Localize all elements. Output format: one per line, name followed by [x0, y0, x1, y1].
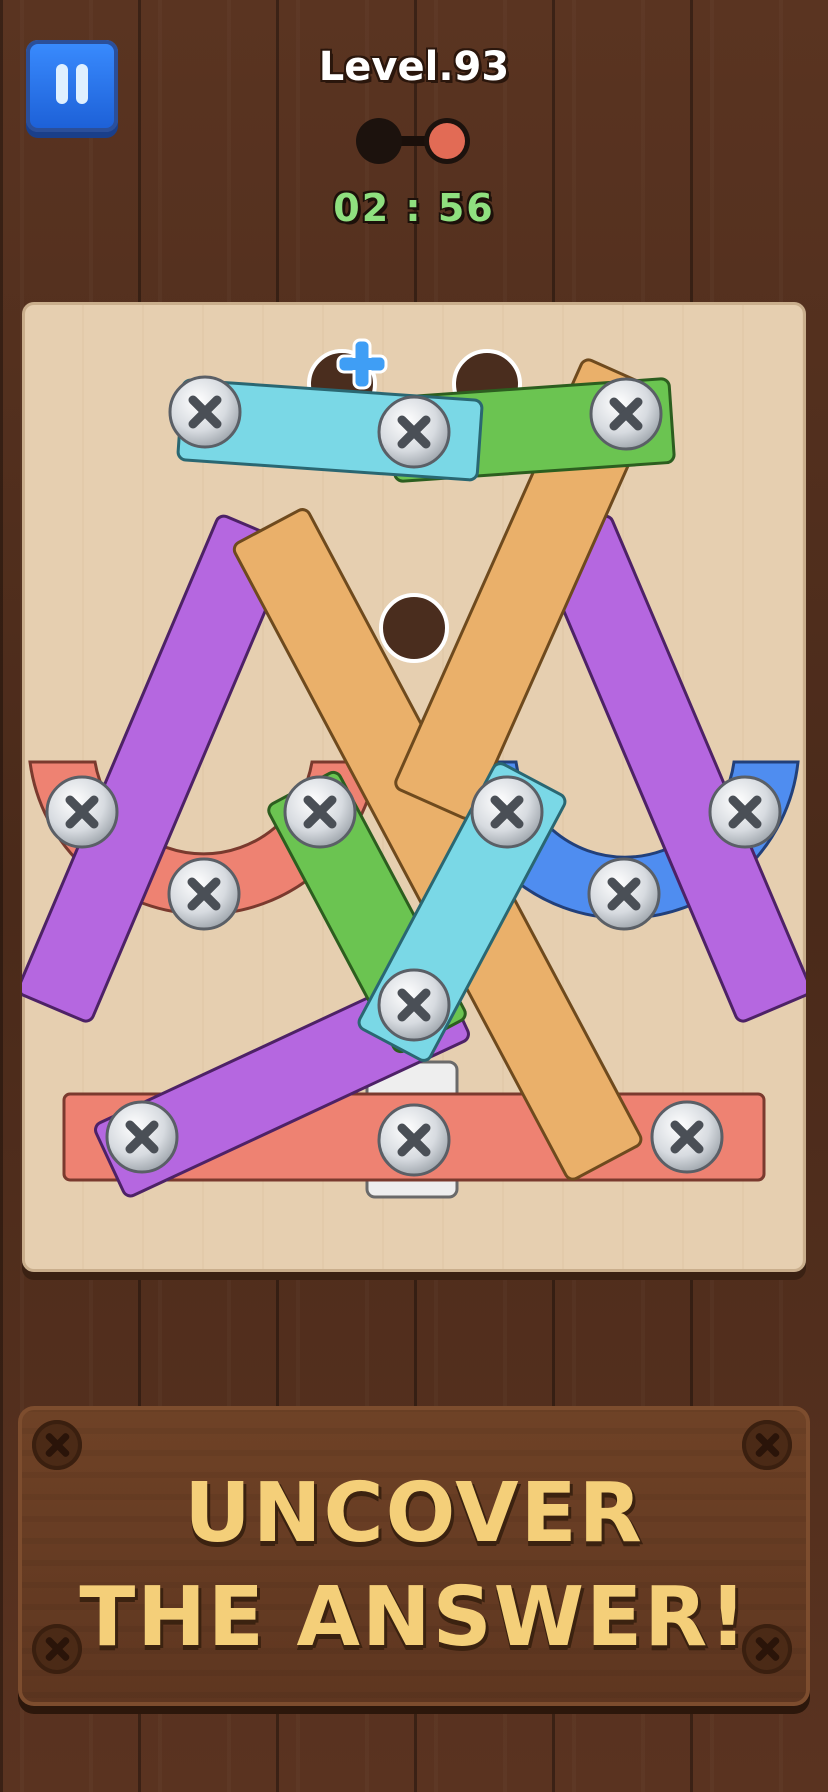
bolt-icon	[742, 1420, 792, 1470]
screw[interactable]	[379, 970, 449, 1040]
level-progress	[356, 116, 470, 166]
screw[interactable]	[379, 397, 449, 467]
banner-headline-line1: UNCOVER	[184, 1466, 644, 1561]
screw[interactable]	[710, 777, 780, 847]
puzzle-board	[22, 302, 806, 1272]
screw[interactable]	[652, 1102, 722, 1172]
promo-banner: UNCOVER THE ANSWER!	[18, 1406, 810, 1706]
screw[interactable]	[285, 777, 355, 847]
bolt-icon	[32, 1420, 82, 1470]
screw[interactable]	[589, 859, 659, 929]
screw[interactable]	[379, 1105, 449, 1175]
screw[interactable]	[47, 777, 117, 847]
screw[interactable]	[591, 379, 661, 449]
screw[interactable]	[170, 377, 240, 447]
puzzle-svg	[22, 338, 806, 1199]
screw[interactable]	[107, 1102, 177, 1172]
countdown-timer: 02 : 56	[333, 186, 495, 230]
progress-dot-filled	[424, 118, 470, 164]
screw[interactable]	[472, 777, 542, 847]
screw[interactable]	[169, 859, 239, 929]
banner-headline-line2: THE ANSWER!	[79, 1570, 749, 1665]
progress-dot-empty	[356, 118, 402, 164]
level-label: Level.93	[318, 44, 510, 90]
empty-hole[interactable]	[379, 593, 449, 663]
